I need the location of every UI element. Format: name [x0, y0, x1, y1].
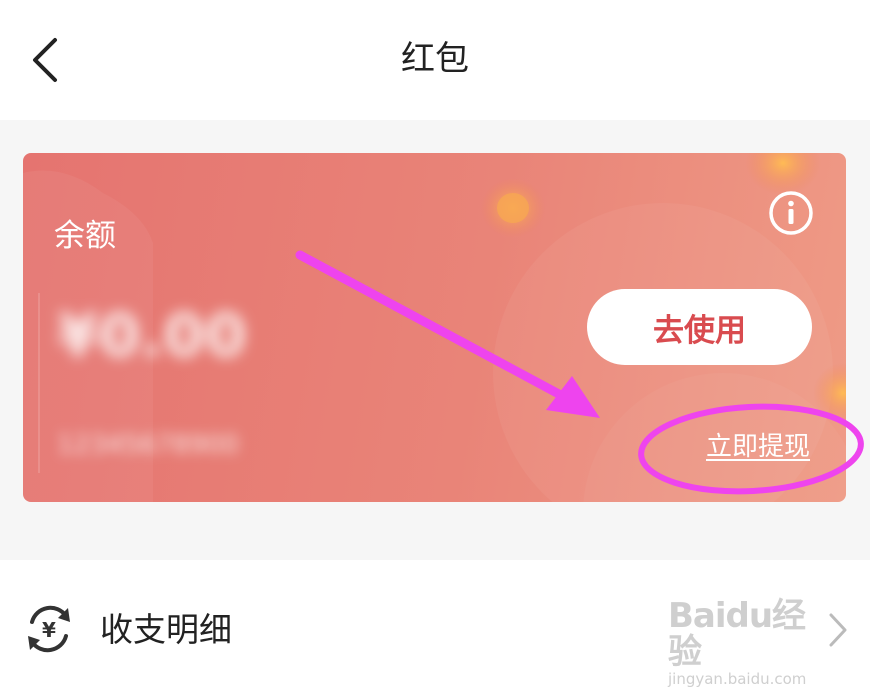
watermark-main: Baidu经验	[668, 596, 806, 672]
top-bar: 红包	[0, 0, 870, 120]
balance-card: 余额 ¥0.00 12345678900 去使用 立即提现	[23, 153, 846, 502]
svg-text:¥: ¥	[42, 618, 56, 642]
balance-subtext: 12345678900	[57, 430, 239, 460]
chevron-right-icon	[826, 610, 850, 650]
balance-label: 余额	[54, 218, 116, 254]
yuan-exchange-icon: ¥	[22, 602, 76, 656]
use-button[interactable]: 去使用	[587, 289, 812, 365]
page-title: 红包	[401, 39, 469, 79]
info-icon[interactable]	[768, 190, 814, 236]
withdraw-link[interactable]: 立即提现	[706, 430, 810, 464]
balance-amount: ¥0.00	[57, 301, 247, 371]
baidu-watermark: Baidu经验 jingyan.baidu.com	[668, 598, 828, 688]
watermark-sub: jingyan.baidu.com	[668, 670, 807, 688]
transaction-details-label: 收支明细	[100, 610, 232, 649]
